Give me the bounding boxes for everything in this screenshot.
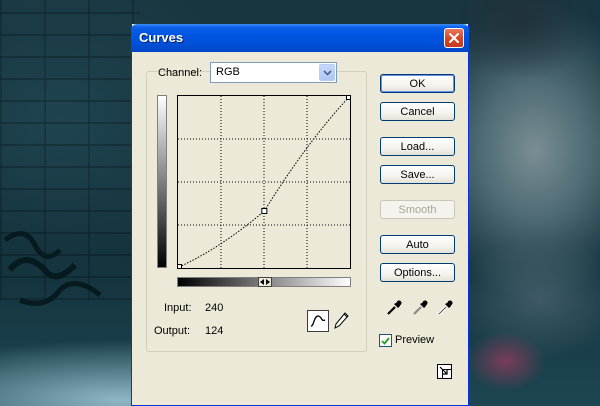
curve-grid [178,96,350,268]
channel-label: Channel: [158,67,203,79]
preview-label: Preview [395,334,435,346]
close-button[interactable] [444,28,464,48]
curve-control-point[interactable] [346,96,351,100]
expand-dialog-button[interactable] [436,363,453,380]
curve-tool-button[interactable] [307,310,329,332]
curve-graph[interactable] [177,95,351,269]
curve-line[interactable] [178,96,350,268]
eyedropper-white-icon[interactable] [436,299,454,317]
output-value: 124 [205,325,224,337]
chevron-down-icon [322,69,332,76]
ok-button[interactable]: OK [380,74,455,93]
input-label: Input: [164,302,192,314]
curves-dialog: Curves Channel: RGB Input: 240 Output: 1… [131,24,469,406]
channel-value: RGB [216,66,240,78]
close-x-icon [449,33,459,43]
photo-hair [458,0,600,90]
smooth-button[interactable]: Smooth [380,200,455,219]
dialog-title: Curves [139,30,184,45]
options-button[interactable]: Options... [380,263,455,282]
pencil-icon [334,312,349,329]
cancel-button[interactable]: Cancel [380,102,455,121]
curve-tool-icon [310,315,326,327]
curve-control-point[interactable] [261,208,268,214]
curve-control-point[interactable] [178,264,182,269]
channel-select[interactable]: RGB [210,62,337,83]
checkmark-icon [381,336,390,345]
auto-button[interactable]: Auto [380,235,455,254]
title-bar[interactable]: Curves [131,24,469,52]
photo-object [466,326,546,396]
gradient-toggle-button[interactable] [258,277,272,287]
gradient-toggle-icon [260,279,270,285]
channel-dropdown-button[interactable] [319,64,335,81]
preview-checkbox[interactable] [379,334,392,347]
pencil-tool-button[interactable] [332,311,350,331]
save-button[interactable]: Save... [380,165,455,184]
expand-dialog-icon [437,364,452,379]
input-value: 240 [205,302,224,314]
load-button[interactable]: Load... [380,137,455,156]
graffiti-decoration [3,231,102,306]
output-gradient-bar [157,95,167,268]
eyedropper-gray-icon[interactable] [411,299,429,317]
output-label: Output: [154,325,191,337]
eyedropper-black-icon[interactable] [385,299,403,317]
